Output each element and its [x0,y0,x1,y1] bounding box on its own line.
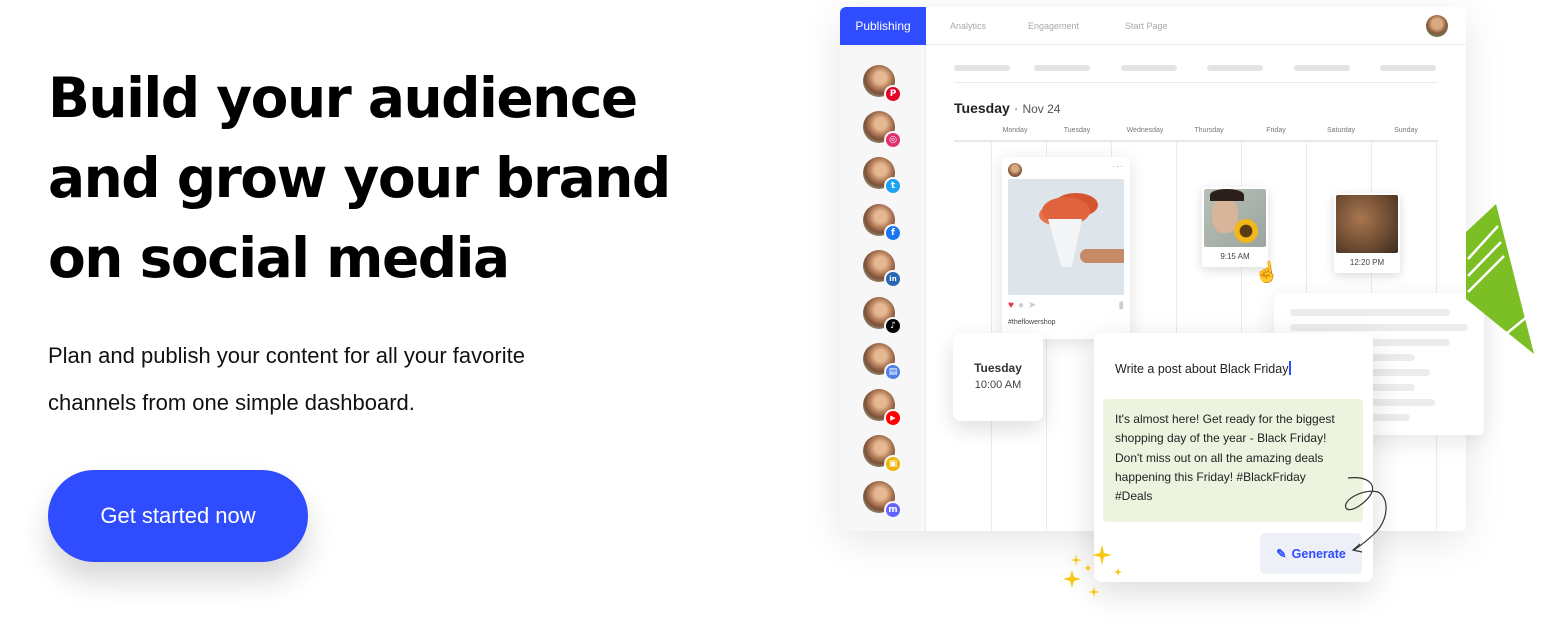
channel-start-page[interactable]: ▣ [863,435,902,473]
post-avatar [1008,163,1022,177]
twitter-icon: t [884,177,902,195]
skeleton-line [1290,309,1450,316]
channel-tiktok[interactable]: ♪ [863,297,902,335]
ai-result-line: shopping day of the year - Black Friday! [1115,431,1327,446]
skeleton-bar [1380,65,1436,71]
decorative-green-shape [1466,204,1534,354]
scheduled-image-sunflower [1204,189,1266,247]
text-caret [1289,361,1291,375]
get-started-button[interactable]: Get started now [48,470,308,562]
hand [1080,249,1124,263]
weekday-label: Thursday [1194,127,1224,134]
scheduled-time: 12:20 PM [1349,258,1385,267]
tab-analytics[interactable]: Analytics [950,7,986,45]
calendar-day: Tuesday [954,100,1010,116]
curved-arrow-icon [1345,477,1387,553]
skeleton-line [1290,324,1468,331]
sunflower [1234,219,1258,243]
youtube-icon: ▶ [884,409,902,427]
linkedin-icon: in [884,270,902,288]
channel-sidebar: P ◎ t f in ♪ ▤ ▶ ▣ m [840,45,926,531]
bookmark-icon[interactable]: ▮ [1118,300,1124,311]
instagram-icon: ◎ [884,131,902,149]
user-avatar[interactable] [1426,15,1448,37]
hero-title-line: on social media [48,226,510,290]
hero-subtitle-line: channels from one simple dashboard. [48,390,415,415]
facebook-icon: f [884,224,902,242]
hero-subtitle-line: Plan and publish your content for all yo… [48,343,525,368]
scheduled-time: 9:15 AM [1220,252,1250,261]
hero-subtitle: Plan and publish your content for all yo… [48,332,648,426]
hero-title: Build your audience and grow your brand … [48,58,748,298]
dashboard-topbar: Publishing Analytics Engagement Start Pa… [840,7,1466,45]
weekday-label: Friday [1266,127,1286,134]
tiktok-icon: ♪ [884,317,902,335]
post-time-card: Tuesday 10:00 AM [953,333,1043,421]
weekday-label: Wednesday [1126,127,1164,134]
skeleton-bar [1121,65,1177,71]
skeleton-row [954,65,1438,71]
skeleton-bar [1207,65,1263,71]
channel-linkedin[interactable]: in [863,250,902,288]
channel-facebook[interactable]: f [863,204,902,242]
channel-youtube[interactable]: ▶ [863,389,902,427]
ai-prompt-input[interactable]: Write a post about Black Friday [1115,361,1291,376]
tab-engagement[interactable]: Engagement [1028,7,1079,45]
heart-icon[interactable]: ♥ [1008,300,1014,311]
hand-pointer-icon: ☝ [1252,260,1281,286]
weekday-label: Sunday [1394,127,1418,134]
post-image-bouquet [1008,179,1124,295]
channel-mastodon[interactable]: m [863,481,902,519]
weekday-label: Monday [1002,127,1028,134]
channel-twitter[interactable]: t [863,157,902,195]
skeleton-bar [1034,65,1090,71]
start-page-icon: ▣ [884,455,902,473]
mastodon-icon: m [884,501,902,519]
google-business-icon: ▤ [884,363,902,381]
divider [954,140,1438,142]
skeleton-bar [1294,65,1350,71]
weekday-header: Monday Tuesday Wednesday Thursday Friday… [954,127,1438,141]
ai-result-line: Don't miss out on all the amazing deals [1115,450,1324,465]
divider [954,82,1438,83]
sparkles-icon [1063,545,1122,598]
portrait-hair [1210,189,1244,201]
hero-title-line: and grow your brand [48,146,671,210]
tab-start-page[interactable]: Start Page [1125,7,1168,45]
channel-google-business[interactable]: ▤ [863,343,902,381]
scheduled-image-florist [1336,195,1398,253]
weekday-label: Tuesday [1063,127,1091,134]
share-icon[interactable]: ➤ [1028,300,1036,311]
post-actions: ♥ ● ➤ ▮ [1008,300,1124,312]
scheduled-item[interactable]: 9:15 AM [1202,187,1268,267]
skeleton-bar [954,65,1010,71]
weekday-label: Saturday [1326,127,1356,134]
wrapping-paper [1048,219,1082,267]
post-time-day: Tuesday [974,361,1022,375]
scheduled-item[interactable]: 12:20 PM [1334,193,1400,273]
post-hashtag: #theflowershop [1008,319,1056,326]
scheduled-post-card[interactable]: ··· ♥ ● ➤ ▮ #theflowershop [1002,157,1130,339]
channel-pinterest[interactable]: P [863,65,902,103]
ai-prompt-text: Write a post about Black Friday [1115,362,1289,376]
comment-icon[interactable]: ● [1018,300,1024,311]
calendar-date-heading: Tuesday · Nov 24 [954,100,1061,116]
calendar-date: Nov 24 [1022,102,1061,116]
tab-publishing[interactable]: Publishing [840,7,926,45]
ai-result-line: It's almost here! Get ready for the bigg… [1115,412,1335,426]
pinterest-icon: P [884,85,902,103]
post-time-value: 10:00 AM [974,379,1022,391]
hero-title-line: Build your audience [48,66,638,130]
more-icon[interactable]: ··· [1112,161,1124,171]
channel-instagram[interactable]: ◎ [863,111,902,149]
